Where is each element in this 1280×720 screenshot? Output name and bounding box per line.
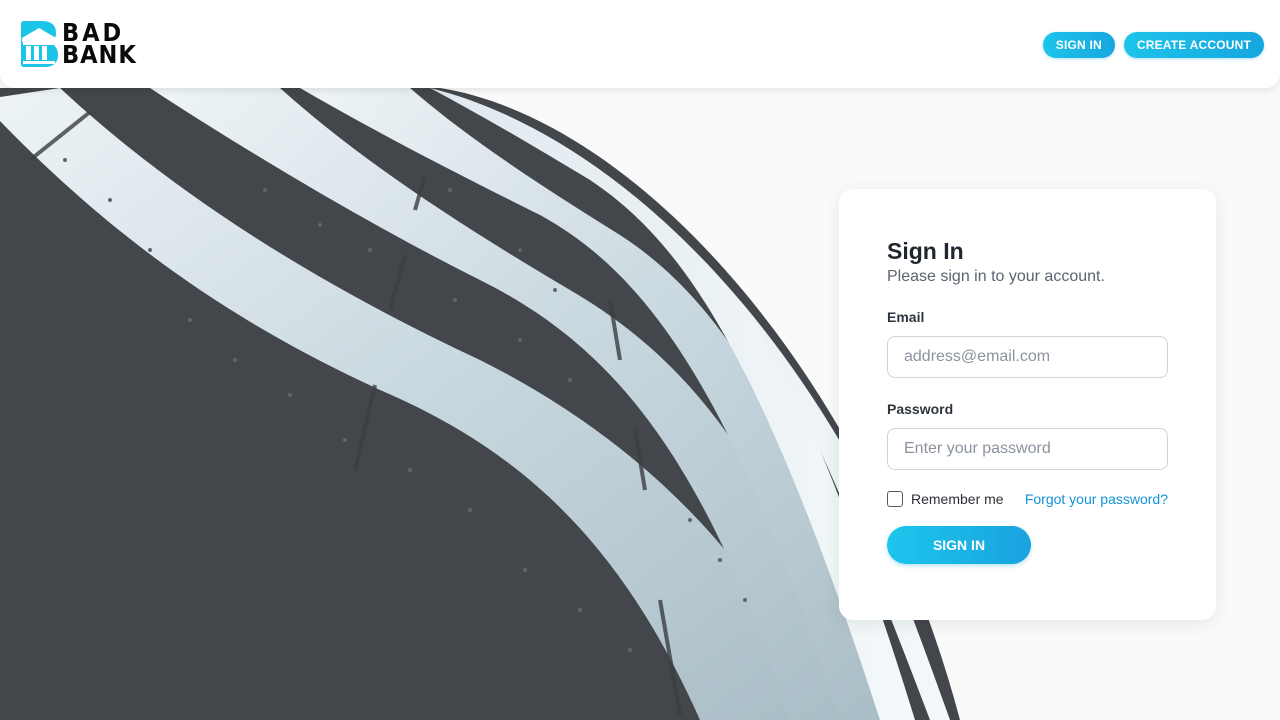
logo-line-2: BANK <box>62 40 137 69</box>
sign-in-card: Sign In Please sign in to your account. … <box>839 189 1216 620</box>
remember-me-checkbox[interactable] <box>887 491 903 507</box>
sign-in-page: BAD BANK SIGN IN CREATE ACCOUNT Sign In … <box>0 0 1280 720</box>
remember-row: Remember me Forgot your password? <box>887 491 1168 507</box>
sign-in-submit-button[interactable]: SIGN IN <box>887 526 1031 564</box>
bad-bank-logo[interactable]: BAD BANK <box>18 19 150 69</box>
nav-create-account-button[interactable]: CREATE ACCOUNT <box>1123 32 1264 58</box>
password-label: Password <box>887 401 954 417</box>
email-label: Email <box>887 309 925 325</box>
sign-in-subtitle: Please sign in to your account. <box>887 268 1105 285</box>
bank-building-logo-icon <box>21 21 58 67</box>
remember-me-control[interactable]: Remember me <box>887 491 1004 507</box>
forgot-password-link[interactable]: Forgot your password? <box>1025 491 1168 507</box>
top-header: BAD BANK SIGN IN CREATE ACCOUNT <box>0 0 1280 88</box>
sign-in-title: Sign In <box>887 238 964 264</box>
nav-sign-in-button[interactable]: SIGN IN <box>1042 32 1115 58</box>
password-field[interactable] <box>887 428 1168 470</box>
remember-me-label[interactable]: Remember me <box>911 491 1004 507</box>
header-nav: SIGN IN CREATE ACCOUNT <box>1042 32 1264 58</box>
email-field[interactable] <box>887 336 1168 378</box>
logo-wordmark: BAD BANK <box>62 20 137 69</box>
